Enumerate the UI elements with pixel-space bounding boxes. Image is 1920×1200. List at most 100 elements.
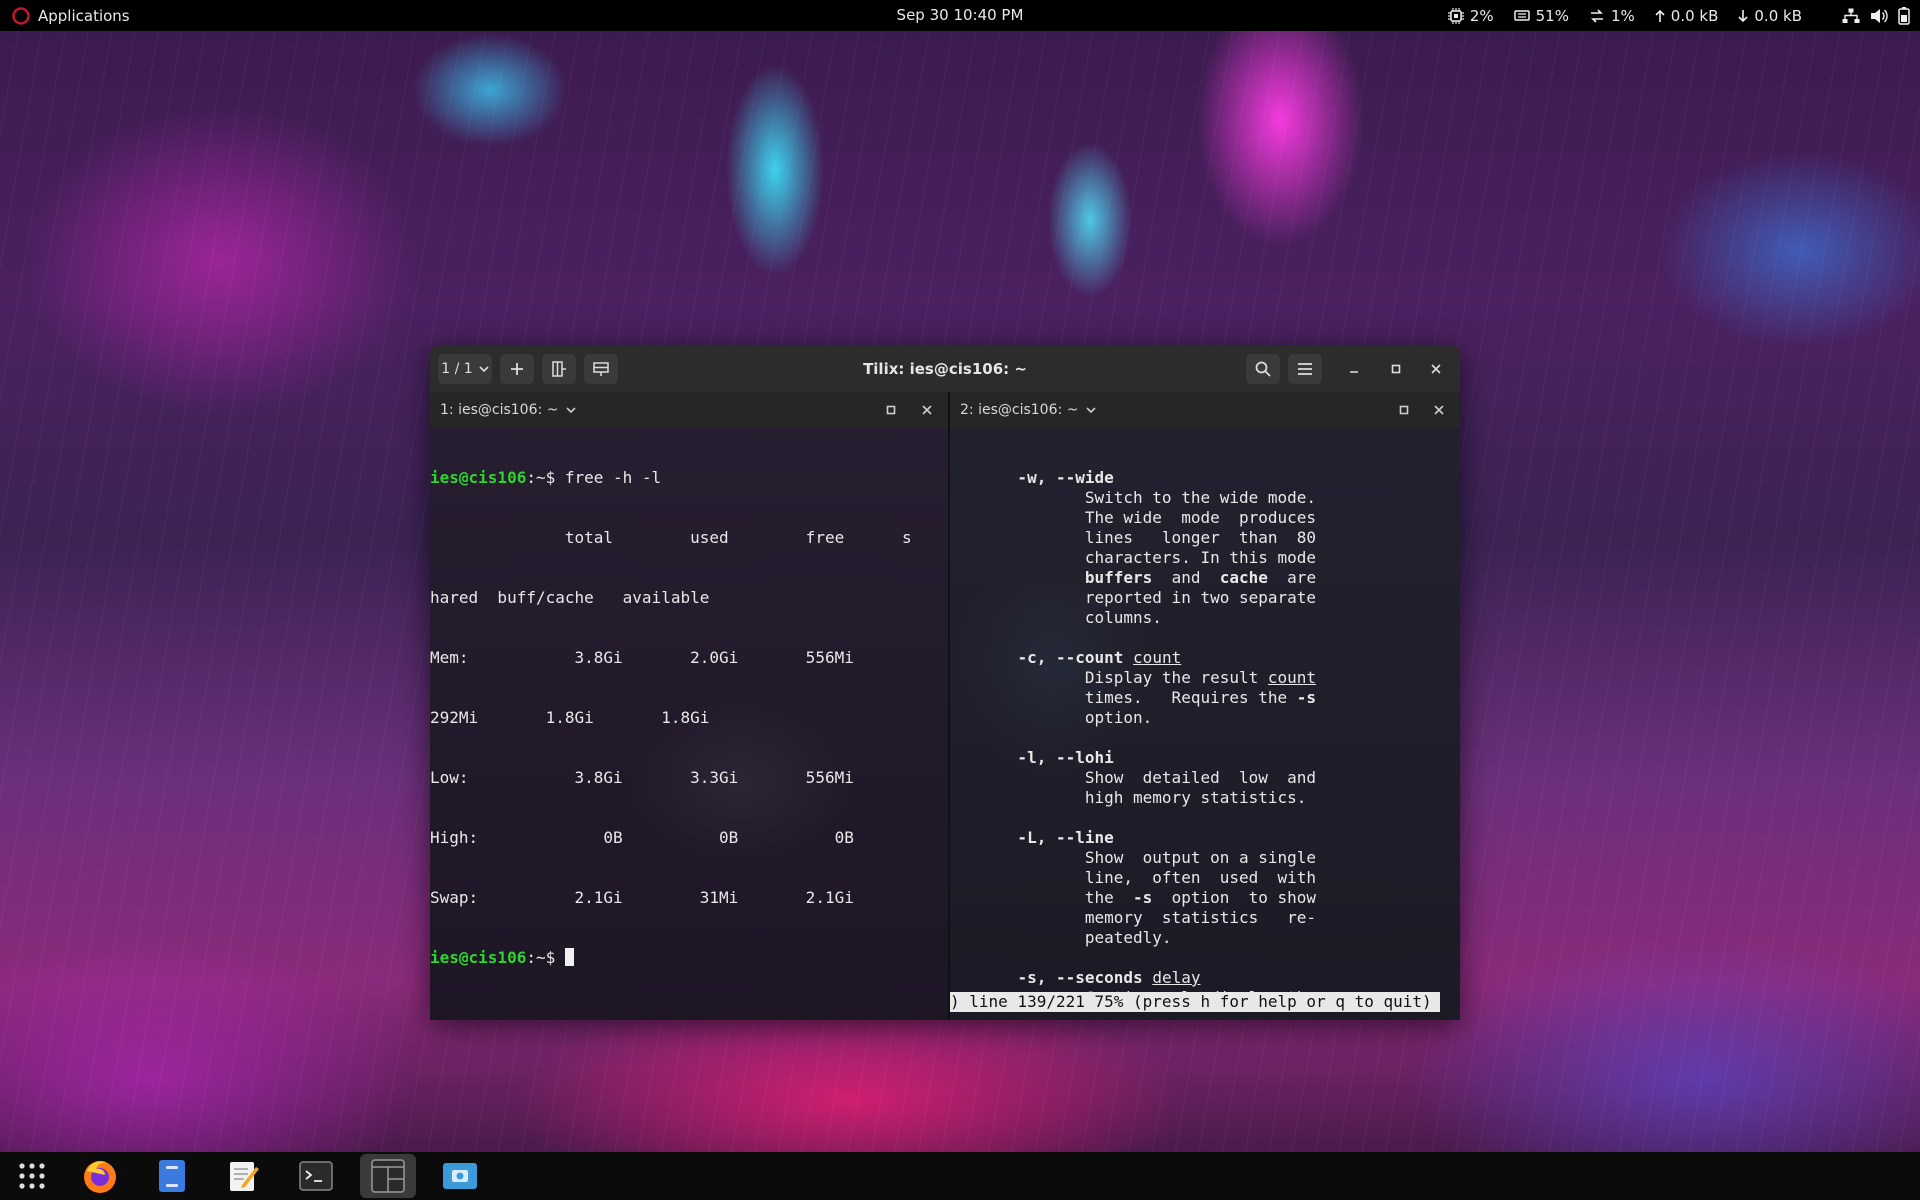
pane-title-left: 1: ies@cis106: ~ bbox=[440, 402, 559, 418]
net-download-value: 0.0 kB bbox=[1754, 6, 1802, 25]
net-download-indicator[interactable]: 0.0 kB bbox=[1738, 7, 1802, 25]
swap-icon bbox=[1589, 8, 1605, 23]
status-area: 2% 51% 1% 0.0 kB 0.0 kB bbox=[1447, 0, 1910, 31]
split-down-button[interactable] bbox=[584, 354, 618, 384]
dock-item-screenshot[interactable] bbox=[432, 1154, 488, 1198]
man-line: option. bbox=[950, 708, 1460, 728]
maximize-pane-button-left[interactable] bbox=[882, 401, 900, 419]
dock-item-firefox[interactable] bbox=[72, 1154, 128, 1198]
system-tray[interactable] bbox=[1842, 6, 1910, 25]
man-line: Switch to the wide mode. bbox=[950, 488, 1460, 508]
maximize-button[interactable] bbox=[1386, 359, 1406, 379]
add-session-button[interactable] bbox=[500, 354, 534, 384]
man-text: peatedly. bbox=[950, 928, 1172, 947]
man-line: Display the result count bbox=[950, 668, 1460, 688]
man-line: -L, --line bbox=[950, 828, 1460, 848]
close-pane-button-right[interactable] bbox=[1430, 401, 1448, 419]
session-switcher-button[interactable]: 1 / 1 bbox=[438, 354, 492, 384]
pager-status-line: ) line 139/221 75% (press h for help or … bbox=[950, 992, 1440, 1012]
pane-title-dropdown-left[interactable]: 1: ies@cis106: ~ bbox=[440, 392, 576, 428]
man-line: peatedly. bbox=[950, 928, 1460, 948]
clock-text[interactable]: Sep 30 10:40 PM bbox=[897, 6, 1024, 24]
pane-titlebar-right[interactable]: 2: ies@cis106: ~ bbox=[950, 392, 1460, 428]
net-upload-indicator[interactable]: 0.0 kB bbox=[1655, 6, 1719, 25]
network-icon[interactable] bbox=[1842, 8, 1860, 24]
man-text: count bbox=[1267, 668, 1317, 687]
terminal-pane-left[interactable]: 1: ies@cis106: ~ ies@cis106:~$ free -h -… bbox=[430, 392, 948, 1020]
battery-icon[interactable] bbox=[1898, 6, 1910, 25]
man-line: -s, --seconds delay bbox=[950, 968, 1460, 988]
man-text: buffers bbox=[1084, 568, 1153, 587]
man-text: are bbox=[1267, 568, 1317, 587]
man-line: reported in two separate bbox=[950, 588, 1460, 608]
man-text: -L, --line bbox=[950, 828, 1114, 847]
hamburger-menu-icon bbox=[1297, 362, 1313, 376]
dock-item-text-editor[interactable] bbox=[216, 1154, 272, 1198]
files-icon bbox=[157, 1158, 187, 1194]
man-line: high memory statistics. bbox=[950, 788, 1460, 808]
man-text: columns. bbox=[950, 608, 1162, 627]
applications-menu[interactable]: Applications bbox=[12, 0, 130, 31]
split-right-icon bbox=[552, 361, 566, 377]
man-text: The wide mode produces bbox=[950, 508, 1317, 527]
output-line: total used free s bbox=[430, 528, 912, 547]
prompt-path: :~$ bbox=[526, 948, 565, 967]
volume-icon[interactable] bbox=[1870, 8, 1888, 24]
close-pane-button-left[interactable] bbox=[918, 401, 936, 419]
close-window-button[interactable] bbox=[1426, 359, 1446, 379]
man-line: columns. bbox=[950, 608, 1460, 628]
terminal-pane-right[interactable]: 2: ies@cis106: ~ -w, --wide Switch to th… bbox=[950, 392, 1460, 1020]
split-down-icon bbox=[593, 362, 609, 376]
find-button[interactable] bbox=[1246, 354, 1280, 384]
maximize-icon bbox=[1391, 364, 1401, 374]
maximize-pane-button-right[interactable] bbox=[1395, 401, 1413, 419]
swap-value: 1% bbox=[1610, 6, 1635, 25]
man-line bbox=[950, 948, 1460, 968]
net-upload-value: 0.0 kB bbox=[1670, 6, 1719, 25]
minimize-icon bbox=[1349, 364, 1359, 374]
output-line: hared buff/cache available bbox=[430, 588, 710, 607]
dock-item-tilix[interactable] bbox=[360, 1154, 416, 1198]
memory-value: 51% bbox=[1535, 6, 1569, 25]
man-text: lines longer than 80 bbox=[950, 528, 1317, 547]
close-icon bbox=[1434, 405, 1444, 415]
man-text: Show detailed low and bbox=[950, 768, 1317, 787]
chevron-down-icon bbox=[479, 365, 489, 373]
man-text: -s bbox=[1133, 888, 1153, 907]
man-line: line, often used with bbox=[950, 868, 1460, 888]
man-text: -w, --wide bbox=[950, 468, 1114, 487]
man-line bbox=[950, 728, 1460, 748]
man-text: characters. In this mode bbox=[950, 548, 1317, 567]
chevron-down-icon bbox=[1086, 406, 1096, 414]
menu-button[interactable] bbox=[1288, 354, 1322, 384]
command-text: free -h -l bbox=[564, 468, 662, 487]
pane-title-dropdown-right[interactable]: 2: ies@cis106: ~ bbox=[960, 392, 1096, 428]
man-text: -l, --lohi bbox=[950, 748, 1114, 767]
man-text bbox=[950, 968, 1017, 987]
window-headerbar[interactable]: 1 / 1 Tilix: ies@cis106: ~ bbox=[430, 346, 1460, 392]
prompt-path: :~$ bbox=[526, 468, 565, 487]
man-text: -c, --count bbox=[1017, 648, 1124, 667]
cpu-value: 2% bbox=[1469, 6, 1494, 25]
terminal-output-right[interactable]: -w, --wide Switch to the wide mode. The … bbox=[950, 428, 1460, 1020]
man-line: the -s option to show bbox=[950, 888, 1460, 908]
chevron-down-icon bbox=[566, 406, 576, 414]
cpu-indicator[interactable]: 2% bbox=[1447, 6, 1494, 25]
man-text bbox=[950, 648, 1017, 667]
maximize-icon bbox=[886, 405, 896, 415]
show-apps-button[interactable] bbox=[4, 1154, 60, 1198]
dock-item-terminal[interactable] bbox=[288, 1154, 344, 1198]
grid-icon bbox=[18, 1162, 46, 1190]
split-right-button[interactable] bbox=[542, 354, 576, 384]
pane-titlebar-left[interactable]: 1: ies@cis106: ~ bbox=[430, 392, 948, 428]
dock-item-files[interactable] bbox=[144, 1154, 200, 1198]
man-text: count bbox=[1133, 648, 1182, 667]
memory-icon bbox=[1513, 9, 1530, 23]
session-label: 1 / 1 bbox=[441, 361, 473, 377]
swap-indicator[interactable]: 1% bbox=[1589, 7, 1635, 25]
terminal-output-left[interactable]: ies@cis106:~$ free -h -l total used free… bbox=[430, 428, 948, 1020]
man-text bbox=[1123, 648, 1133, 667]
minimize-button[interactable] bbox=[1344, 359, 1364, 379]
output-line: Mem: 3.8Gi 2.0Gi 556Mi bbox=[430, 648, 854, 667]
memory-indicator[interactable]: 51% bbox=[1513, 6, 1569, 25]
